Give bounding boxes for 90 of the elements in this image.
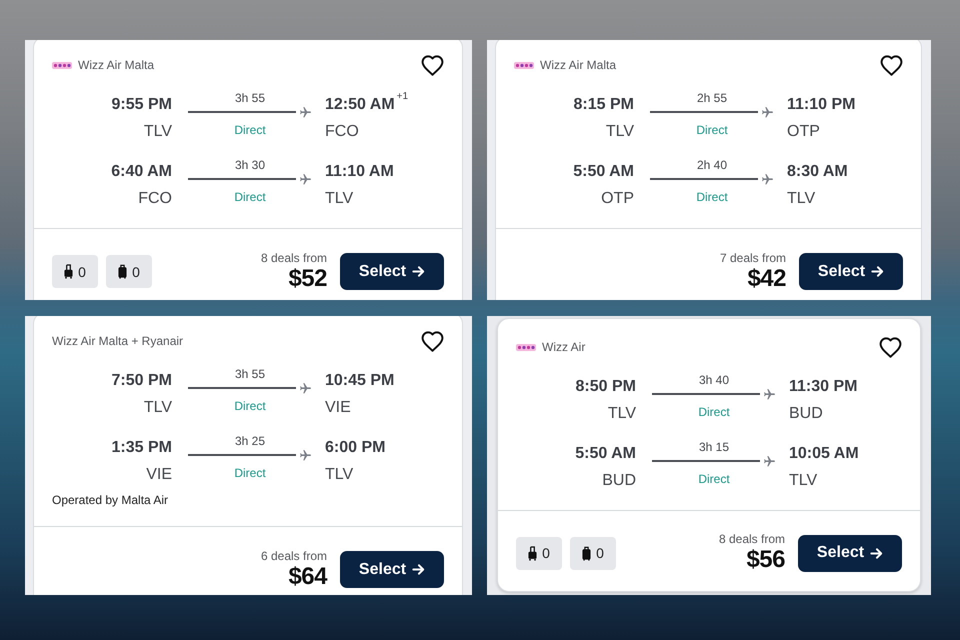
stops-label: Direct (233, 123, 267, 137)
plane-icon (299, 448, 312, 462)
heart-icon[interactable] (879, 336, 902, 358)
arrival-time: 11:10 PM (787, 95, 856, 115)
plane-icon (299, 172, 312, 186)
arrow-icon (412, 563, 426, 576)
departure-time: 5:50 AM (575, 444, 636, 464)
arrow-icon (412, 265, 426, 278)
day-offset: +1 (396, 92, 408, 102)
arrow-icon (870, 546, 884, 560)
bag-count: 0 (542, 545, 550, 561)
departure-airport: TLV (144, 122, 172, 142)
deals-count: 6 deals from (260, 548, 327, 562)
arrival-time: 8:30 AM (787, 162, 848, 182)
flight-duration: 2h 40 (696, 158, 728, 172)
arrival-time: 11:30 PM (789, 377, 858, 397)
departure-time: 5:50 AM (573, 162, 634, 182)
departure-airport: FCO (138, 189, 172, 209)
flight-duration: 3h 55 (234, 367, 266, 381)
departure-time: 8:50 PM (576, 377, 636, 397)
bag-count: 0 (78, 264, 86, 280)
price: $56 (746, 546, 785, 574)
bag-count: 0 (132, 264, 140, 280)
deals-count: 8 deals from (260, 250, 327, 264)
stops-label: Direct (233, 190, 267, 204)
heart-icon[interactable] (421, 330, 444, 352)
suitcase-icon (118, 264, 128, 279)
arrival-time: 12:50 AM (325, 95, 395, 115)
departure-airport: TLV (606, 122, 634, 142)
select-button[interactable]: Select (340, 253, 444, 290)
stops-label: Direct (695, 190, 729, 204)
arrow-icon (871, 265, 884, 278)
departure-time: 8:15 PM (574, 95, 634, 115)
plane-icon (761, 172, 774, 186)
airline-name: Wizz Air (542, 340, 586, 354)
stops-label: Direct (697, 472, 731, 486)
select-button[interactable]: Select (340, 551, 444, 588)
flight-duration: 3h 30 (234, 158, 266, 172)
deals-count: 7 deals from (720, 250, 786, 264)
departure-airport: TLV (608, 404, 636, 424)
arrival-time: 10:45 PM (325, 371, 394, 391)
plane-icon (763, 454, 776, 468)
departure-time: 9:55 PM (112, 95, 172, 115)
heart-icon[interactable] (880, 54, 903, 76)
arrival-airport: TLV (325, 465, 354, 485)
arrival-airport: VIE (325, 398, 351, 418)
arrival-time: 11:10 AM (325, 162, 394, 182)
departure-airport: OTP (601, 189, 634, 209)
bag-count: 0 (596, 545, 604, 561)
flight-duration: 3h 55 (234, 91, 266, 105)
airline-name: Wizz Air Malta (78, 58, 154, 72)
airline-name: Wizz Air Malta + Ryanair (52, 334, 184, 348)
arrival-airport: TLV (789, 471, 818, 491)
flight-duration: 2h 55 (696, 91, 728, 105)
plane-icon (299, 106, 312, 118)
price: $52 (288, 264, 327, 292)
departure-airport: BUD (602, 471, 636, 491)
departure-time: 1:35 PM (112, 438, 172, 458)
plane-icon (761, 106, 774, 118)
airline-name: Wizz Air Malta (540, 58, 616, 72)
departure-airport: TLV (144, 398, 172, 418)
arrival-airport: BUD (789, 404, 823, 424)
flight-duration: 3h 25 (234, 434, 266, 448)
price: $64 (288, 562, 327, 590)
stops-label: Direct (695, 123, 729, 137)
rolling-bag-icon (528, 546, 538, 560)
arrival-time: 6:00 PM (325, 438, 386, 458)
flight-duration: 3h 40 (698, 373, 730, 387)
operated-by-note: Operated by Malta Air (52, 493, 170, 507)
select-button[interactable]: Select (799, 253, 903, 290)
deals-count: 8 deals from (718, 532, 785, 546)
stops-label: Direct (233, 399, 267, 413)
plane-icon (299, 382, 312, 394)
departure-time: 7:50 PM (112, 371, 172, 391)
arrival-airport: TLV (787, 189, 816, 209)
heart-icon[interactable] (421, 54, 444, 76)
suitcase-icon (582, 546, 592, 560)
plane-icon (763, 388, 776, 400)
price: $42 (747, 264, 786, 292)
flight-duration: 3h 15 (698, 440, 730, 454)
departure-airport: VIE (146, 465, 172, 485)
arrival-airport: FCO (325, 122, 359, 142)
stops-label: Direct (233, 466, 267, 480)
rolling-bag-icon (64, 264, 74, 279)
arrival-airport: TLV (325, 189, 354, 209)
departure-time: 6:40 AM (111, 162, 172, 182)
select-button[interactable]: Select (798, 534, 902, 572)
arrival-airport: OTP (787, 122, 820, 142)
arrival-time: 10:05 AM (789, 444, 859, 464)
stops-label: Direct (697, 405, 731, 419)
